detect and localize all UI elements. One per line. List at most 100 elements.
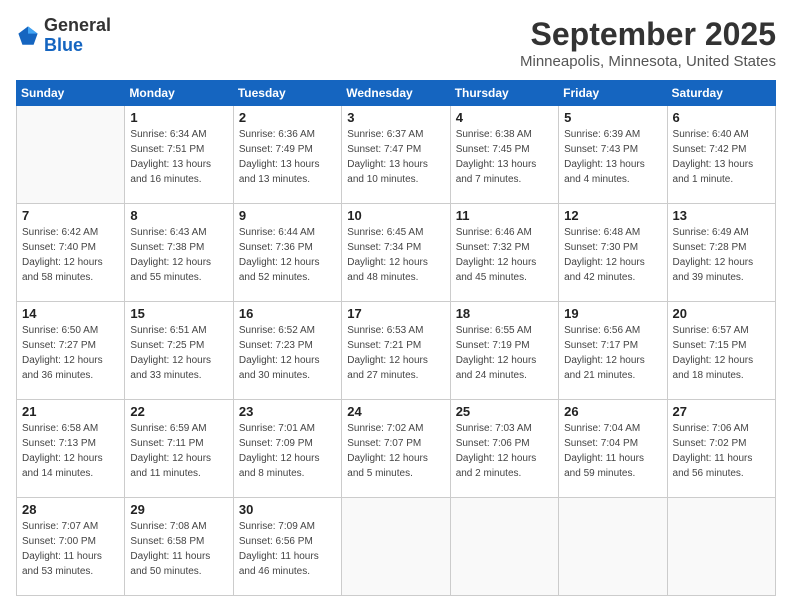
page: General Blue September 2025 Minneapolis,… xyxy=(0,0,792,612)
calendar-cell: 15 Sunrise: 6:51 AMSunset: 7:25 PMDayligh… xyxy=(125,302,233,400)
day-number: 28 xyxy=(22,502,119,517)
day-info: Sunrise: 6:58 AMSunset: 7:13 PMDaylight:… xyxy=(22,421,119,481)
logo-general: General xyxy=(44,16,111,36)
calendar-cell: 8 Sunrise: 6:43 AMSunset: 7:38 PMDaylight… xyxy=(125,204,233,302)
day-number: 27 xyxy=(673,404,770,419)
day-number: 16 xyxy=(239,306,336,321)
day-info: Sunrise: 6:38 AMSunset: 7:45 PMDaylight:… xyxy=(456,127,553,187)
day-number: 8 xyxy=(130,208,227,223)
day-info: Sunrise: 7:03 AMSunset: 7:06 PMDaylight:… xyxy=(456,421,553,481)
day-info: Sunrise: 7:01 AMSunset: 7:09 PMDaylight:… xyxy=(239,421,336,481)
location: Minneapolis, Minnesota, United States xyxy=(520,53,776,70)
calendar-cell: 14 Sunrise: 6:50 AMSunset: 7:27 PMDayligh… xyxy=(17,302,125,400)
day-info: Sunrise: 6:42 AMSunset: 7:40 PMDaylight:… xyxy=(22,225,119,285)
day-number: 1 xyxy=(130,110,227,125)
day-number: 3 xyxy=(347,110,444,125)
day-number: 15 xyxy=(130,306,227,321)
day-number: 19 xyxy=(564,306,661,321)
logo-text: General Blue xyxy=(44,16,111,56)
calendar-cell: 20Sunrise: 6:57 AMSunset: 7:15 PMDayligh… xyxy=(667,302,775,400)
day-info: Sunrise: 6:51 AMSunset: 7:25 PMDaylight:… xyxy=(130,323,227,383)
header-wednesday: Wednesday xyxy=(342,81,450,106)
day-info: Sunrise: 6:52 AMSunset: 7:23 PMDaylight:… xyxy=(239,323,336,383)
calendar-cell: 23 Sunrise: 7:01 AMSunset: 7:09 PMDayligh… xyxy=(233,400,341,498)
day-number: 23 xyxy=(239,404,336,419)
day-number: 6 xyxy=(673,110,770,125)
calendar-cell: 4 Sunrise: 6:38 AMSunset: 7:45 PMDaylight… xyxy=(450,106,558,204)
calendar-cell: 17 Sunrise: 6:53 AMSunset: 7:21 PMDayligh… xyxy=(342,302,450,400)
calendar-cell: 18 Sunrise: 6:55 AMSunset: 7:19 PMDayligh… xyxy=(450,302,558,400)
day-info: Sunrise: 6:53 AMSunset: 7:21 PMDaylight:… xyxy=(347,323,444,383)
day-info: Sunrise: 6:44 AMSunset: 7:36 PMDaylight:… xyxy=(239,225,336,285)
calendar-cell: 10 Sunrise: 6:45 AMSunset: 7:34 PMDayligh… xyxy=(342,204,450,302)
day-number: 10 xyxy=(347,208,444,223)
day-number: 18 xyxy=(456,306,553,321)
logo-blue: Blue xyxy=(44,36,111,56)
calendar: Sunday Monday Tuesday Wednesday Thursday… xyxy=(16,80,776,596)
header-thursday: Thursday xyxy=(450,81,558,106)
week-row: 28 Sunrise: 7:07 AMSunset: 7:00 PMDayligh… xyxy=(17,498,776,596)
calendar-cell xyxy=(559,498,667,596)
week-row: 7 Sunrise: 6:42 AMSunset: 7:40 PMDaylight… xyxy=(17,204,776,302)
day-number: 25 xyxy=(456,404,553,419)
calendar-cell: 7 Sunrise: 6:42 AMSunset: 7:40 PMDaylight… xyxy=(17,204,125,302)
calendar-cell: 13 Sunrise: 6:49 AMSunset: 7:28 PMDayligh… xyxy=(667,204,775,302)
day-info: Sunrise: 6:36 AMSunset: 7:49 PMDaylight:… xyxy=(239,127,336,187)
day-info: Sunrise: 6:55 AMSunset: 7:19 PMDaylight:… xyxy=(456,323,553,383)
header-friday: Friday xyxy=(559,81,667,106)
month-title: September 2025 xyxy=(520,16,776,53)
day-number: 12 xyxy=(564,208,661,223)
calendar-cell xyxy=(342,498,450,596)
calendar-cell: 9 Sunrise: 6:44 AMSunset: 7:36 PMDaylight… xyxy=(233,204,341,302)
day-info: Sunrise: 7:02 AMSunset: 7:07 PMDaylight:… xyxy=(347,421,444,481)
calendar-cell: 19 Sunrise: 6:56 AMSunset: 7:17 PMDayligh… xyxy=(559,302,667,400)
day-info: Sunrise: 6:59 AMSunset: 7:11 PMDaylight:… xyxy=(130,421,227,481)
day-number: 13 xyxy=(673,208,770,223)
calendar-cell xyxy=(667,498,775,596)
day-info: Sunrise: 6:45 AMSunset: 7:34 PMDaylight:… xyxy=(347,225,444,285)
header-sunday: Sunday xyxy=(17,81,125,106)
calendar-cell: 28 Sunrise: 7:07 AMSunset: 7:00 PMDayligh… xyxy=(17,498,125,596)
day-number: 14 xyxy=(22,306,119,321)
day-info: Sunrise: 6:39 AMSunset: 7:43 PMDaylight:… xyxy=(564,127,661,187)
day-number: 30 xyxy=(239,502,336,517)
day-number: 7 xyxy=(22,208,119,223)
calendar-cell: 16 Sunrise: 6:52 AMSunset: 7:23 PMDayligh… xyxy=(233,302,341,400)
day-number: 29 xyxy=(130,502,227,517)
day-info: Sunrise: 6:50 AMSunset: 7:27 PMDaylight:… xyxy=(22,323,119,383)
day-info: Sunrise: 6:56 AMSunset: 7:17 PMDaylight:… xyxy=(564,323,661,383)
week-row: 14 Sunrise: 6:50 AMSunset: 7:27 PMDayligh… xyxy=(17,302,776,400)
title-block: September 2025 Minneapolis, Minnesota, U… xyxy=(520,16,776,70)
calendar-cell xyxy=(450,498,558,596)
day-number: 9 xyxy=(239,208,336,223)
day-number: 2 xyxy=(239,110,336,125)
day-number: 22 xyxy=(130,404,227,419)
day-number: 11 xyxy=(456,208,553,223)
calendar-cell: 21 Sunrise: 6:58 AMSunset: 7:13 PMDayligh… xyxy=(17,400,125,498)
day-info: Sunrise: 6:43 AMSunset: 7:38 PMDaylight:… xyxy=(130,225,227,285)
day-info: Sunrise: 7:04 AMSunset: 7:04 PMDaylight:… xyxy=(564,421,661,481)
header-monday: Monday xyxy=(125,81,233,106)
day-number: 5 xyxy=(564,110,661,125)
header-saturday: Saturday xyxy=(667,81,775,106)
calendar-cell: 11 Sunrise: 6:46 AMSunset: 7:32 PMDayligh… xyxy=(450,204,558,302)
day-number: 24 xyxy=(347,404,444,419)
header: General Blue September 2025 Minneapolis,… xyxy=(16,16,776,70)
day-info: Sunrise: 7:09 AMSunset: 6:56 PMDaylight:… xyxy=(239,519,336,579)
calendar-cell: 3Sunrise: 6:37 AMSunset: 7:47 PMDaylight… xyxy=(342,106,450,204)
day-info: Sunrise: 7:06 AMSunset: 7:02 PMDaylight:… xyxy=(673,421,770,481)
day-number: 21 xyxy=(22,404,119,419)
day-number: 4 xyxy=(456,110,553,125)
day-info: Sunrise: 6:57 AMSunset: 7:15 PMDaylight:… xyxy=(673,323,770,383)
calendar-cell: 2 Sunrise: 6:36 AMSunset: 7:49 PMDaylight… xyxy=(233,106,341,204)
day-number: 17 xyxy=(347,306,444,321)
calendar-cell: 25 Sunrise: 7:03 AMSunset: 7:06 PMDayligh… xyxy=(450,400,558,498)
calendar-cell: 12Sunrise: 6:48 AMSunset: 7:30 PMDayligh… xyxy=(559,204,667,302)
day-info: Sunrise: 6:46 AMSunset: 7:32 PMDaylight:… xyxy=(456,225,553,285)
day-info: Sunrise: 6:49 AMSunset: 7:28 PMDaylight:… xyxy=(673,225,770,285)
calendar-cell: 26 Sunrise: 7:04 AMSunset: 7:04 PMDayligh… xyxy=(559,400,667,498)
calendar-cell: 24 Sunrise: 7:02 AMSunset: 7:07 PMDayligh… xyxy=(342,400,450,498)
day-info: Sunrise: 7:07 AMSunset: 7:00 PMDaylight:… xyxy=(22,519,119,579)
day-number: 26 xyxy=(564,404,661,419)
day-info: Sunrise: 7:08 AMSunset: 6:58 PMDaylight:… xyxy=(130,519,227,579)
